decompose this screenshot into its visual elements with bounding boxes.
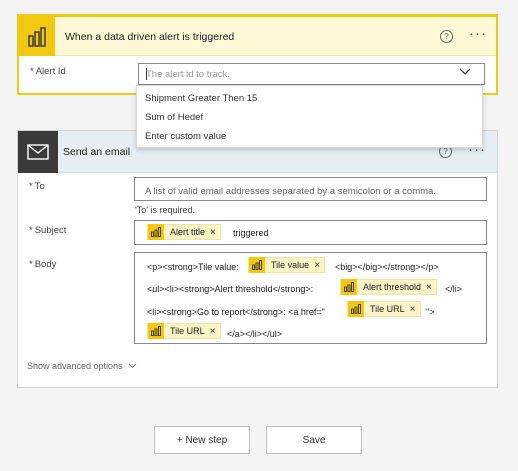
to-placeholder: A list of valid email addresses separate…	[145, 186, 436, 197]
question-icon[interactable]: ?	[440, 30, 453, 43]
body-html-text: ">	[426, 307, 435, 317]
subject-label: * Subject	[29, 225, 67, 236]
new-step-button[interactable]: + New step	[154, 426, 250, 454]
save-button[interactable]: Save	[266, 426, 362, 454]
dropdown-option-custom[interactable]: Enter custom value	[145, 131, 226, 142]
close-icon[interactable]: ×	[409, 304, 420, 315]
dropdown-option[interactable]: Shipment Greater Then 15	[145, 93, 257, 104]
tile-url-token[interactable]: Tile URL ×	[347, 301, 421, 317]
trigger-title: When a data driven alert is triggered	[65, 31, 235, 43]
tile-url-token[interactable]: Tile URL ×	[147, 323, 221, 339]
body-html-text: </a></li></ul>	[227, 329, 283, 339]
subject-input[interactable]: Alert title × triggered	[134, 220, 487, 245]
send-email-card: Send an email ? ··· * To A list of valid …	[17, 130, 498, 388]
dropdown-option[interactable]: Sum of Hedef	[145, 112, 203, 123]
close-icon[interactable]: ×	[425, 282, 436, 293]
trigger-card-header[interactable]: When a data driven alert is triggered ? …	[19, 17, 496, 56]
body-html-text: <li><strong>Go to report</strong>: <a hr…	[147, 307, 325, 317]
to-required-message: 'To' is required.	[135, 205, 195, 215]
to-label: * To	[29, 181, 45, 192]
close-icon[interactable]: ×	[313, 260, 324, 271]
chevron-down-icon	[128, 363, 136, 369]
trigger-card: When a data driven alert is triggered ? …	[17, 14, 498, 95]
powerbi-icon	[341, 279, 357, 295]
alert-title-token[interactable]: Alert title ×	[147, 224, 221, 240]
body-html-text: <big></big></strong></p>	[335, 262, 439, 272]
alert-id-dropdown: Shipment Greater Then 15 Sum of Hedef En…	[136, 85, 483, 148]
alert-threshold-token[interactable]: Alert threshold ×	[340, 279, 437, 295]
powerbi-icon	[148, 224, 164, 240]
body-label: * Body	[29, 259, 57, 270]
alert-id-select[interactable]: The alert id to track.	[138, 63, 485, 85]
alert-id-label: * Alert Id	[30, 66, 66, 77]
chevron-down-icon[interactable]	[459, 67, 471, 79]
send-email-title: Send an email	[63, 146, 131, 158]
subject-text: triggered	[233, 228, 269, 238]
alert-id-placeholder: The alert id to track.	[146, 69, 230, 80]
powerbi-icon	[19, 17, 55, 56]
powerbi-icon	[249, 257, 265, 273]
powerbi-icon	[348, 301, 364, 317]
to-input[interactable]: A list of valid email addresses separate…	[134, 177, 487, 201]
body-html-text: <ul><li><strong>Alert threshold</strong>…	[147, 284, 314, 294]
body-html-text: </li>	[445, 284, 463, 294]
powerbi-icon	[148, 323, 164, 339]
mail-icon	[18, 131, 58, 173]
tile-value-token[interactable]: Tile value ×	[248, 257, 326, 273]
close-icon[interactable]: ×	[209, 326, 220, 337]
ellipsis-icon[interactable]: ···	[469, 26, 487, 41]
show-advanced-options[interactable]: Show advanced options	[27, 361, 137, 371]
body-input[interactable]: <p><strong>Tile value: Tile value × <big…	[134, 252, 487, 344]
body-html-text: <p><strong>Tile value:	[147, 262, 239, 272]
close-icon[interactable]: ×	[209, 227, 220, 238]
